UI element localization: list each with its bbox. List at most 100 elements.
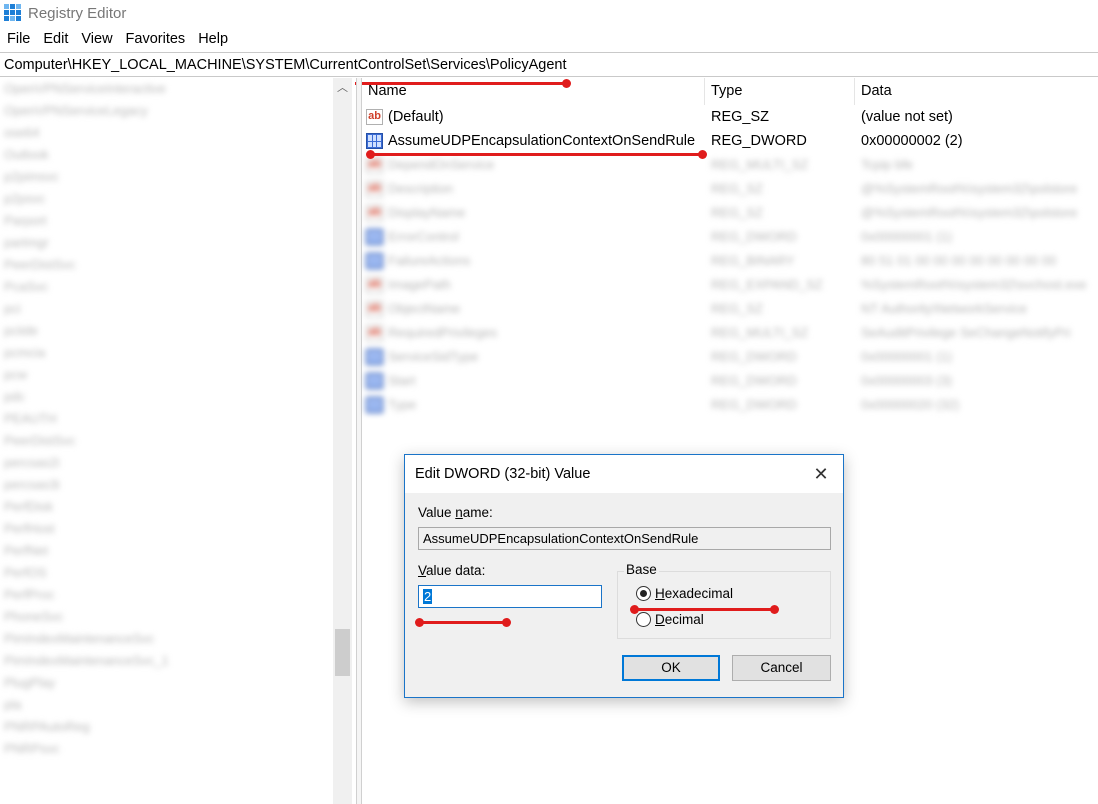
tree-item[interactable]: Parport	[0, 210, 355, 232]
cancel-button[interactable]: Cancel	[732, 655, 831, 681]
row-data: 0x00000020 (32)	[861, 397, 960, 412]
list-header: Name Type Data	[362, 78, 1098, 105]
tree-item[interactable]: PcaSvc	[0, 276, 355, 298]
tree-item[interactable]: pla	[0, 694, 355, 716]
radio-unselected-icon[interactable]	[636, 612, 651, 627]
tree-item[interactable]: percsas3i	[0, 474, 355, 496]
value-data-input[interactable]: 2	[418, 585, 602, 608]
row-name: Type	[388, 397, 417, 412]
tree-item[interactable]: p2psvc	[0, 188, 355, 210]
annotation-underline-hexadecimal	[630, 605, 779, 614]
tree-item[interactable]: pcmcia	[0, 342, 355, 364]
table-row[interactable]: Start REG_DWORD 0x00000003 (3)	[362, 369, 1098, 393]
table-row[interactable]: AssumeUDPEncapsulationContextOnSendRule R…	[362, 129, 1098, 153]
dword-value-icon	[366, 133, 383, 149]
tree-item[interactable]: pci	[0, 298, 355, 320]
tree-item[interactable]: PeerDistSvc	[0, 254, 355, 276]
tree-item[interactable]: OpenVPNServiceInteractive	[0, 78, 355, 100]
column-header-data[interactable]: Data	[855, 78, 1098, 105]
dialog-title-bar: Edit DWORD (32-bit) Value	[405, 455, 843, 493]
tree-item[interactable]: PerfOS	[0, 562, 355, 584]
tree-item[interactable]: PimIndexMaintenanceSvc	[0, 628, 355, 650]
menu-help[interactable]: Help	[192, 27, 234, 51]
scrollbar-thumb[interactable]	[335, 629, 350, 676]
hexadecimal-radio[interactable]: Hexadecimal	[636, 586, 733, 601]
tree-item[interactable]: PerfProc	[0, 584, 355, 606]
row-name: Start	[388, 373, 416, 388]
tree-item[interactable]: OpenVPNServiceLegacy	[0, 100, 355, 122]
tree-item[interactable]: pciide	[0, 320, 355, 342]
table-row[interactable]: ServiceSidType REG_DWORD 0x00000001 (1)	[362, 345, 1098, 369]
tree-item[interactable]: PerfDisk	[0, 496, 355, 518]
dword-value-icon	[366, 253, 383, 269]
base-label: Base	[624, 562, 659, 577]
string-value-icon: ab	[366, 301, 383, 317]
row-name: DisplayName	[388, 205, 466, 220]
menu-file[interactable]: File	[1, 27, 36, 51]
row-data: 0x00000002 (2)	[861, 133, 963, 149]
tree-item[interactable]: PNRPAutoReg	[0, 716, 355, 738]
scroll-up-arrow-icon[interactable]: ︿	[333, 80, 352, 96]
tree-item[interactable]: pdc	[0, 386, 355, 408]
row-type: REG_SZ	[711, 301, 764, 316]
table-row[interactable]: ab (Default) REG_SZ (value not set)	[362, 105, 1098, 129]
address-bar[interactable]: Computer\HKEY_LOCAL_MACHINE\SYSTEM\Curre…	[0, 52, 1098, 77]
string-value-icon: ab	[366, 325, 383, 341]
tree-item[interactable]: percsas2i	[0, 452, 355, 474]
close-icon[interactable]: ✕	[807, 461, 835, 487]
table-row[interactable]: FailureActions REG_BINARY 80 51 01 00 00 0…	[362, 249, 1098, 273]
value-name-label: Value name:	[418, 505, 493, 520]
string-value-icon: ab	[366, 109, 383, 125]
tree-item[interactable]: Outlook	[0, 144, 355, 166]
tree-item[interactable]: partmgr	[0, 232, 355, 254]
row-type: REG_MULTI_SZ	[711, 157, 809, 172]
menu-edit[interactable]: Edit	[37, 27, 74, 51]
key-tree-pane[interactable]: OpenVPNServiceInteractive OpenVPNServiceL…	[0, 78, 355, 804]
tree-item[interactable]: PlugPlay	[0, 672, 355, 694]
table-row[interactable]: ab DisplayName REG_SZ @%SystemRoot%\system3…	[362, 201, 1098, 225]
table-row[interactable]: ab DependOnService REG_MULTI_SZ Tcpip bfe	[362, 153, 1098, 177]
row-type: REG_EXPAND_SZ	[711, 277, 823, 292]
hexadecimal-label: Hexadecimal	[655, 586, 734, 601]
value-data-text: 2	[423, 589, 433, 604]
dword-value-icon	[366, 349, 383, 365]
ok-button[interactable]: OK	[622, 655, 720, 681]
tree-scrollbar[interactable]: ︿	[333, 78, 352, 804]
row-name: (Default)	[388, 109, 444, 125]
tree-item[interactable]: PerfNet	[0, 540, 355, 562]
row-data: NT Authority\NetworkService	[861, 301, 1027, 316]
row-data: 80 51 01 00 00 00 00 00 00 00 00	[861, 253, 1057, 268]
table-row[interactable]: Type REG_DWORD 0x00000020 (32)	[362, 393, 1098, 417]
tree-item[interactable]: PerfHost	[0, 518, 355, 540]
row-type: REG_SZ	[711, 205, 764, 220]
row-data: (value not set)	[861, 109, 953, 125]
radio-selected-icon[interactable]	[636, 586, 651, 601]
table-row[interactable]: ab Description REG_SZ @%SystemRoot%\system3…	[362, 177, 1098, 201]
row-data: %SystemRoot%\system32\svchost.exe	[861, 277, 1087, 292]
tree-item[interactable]: ose64	[0, 122, 355, 144]
annotation-underline-value	[366, 150, 707, 159]
row-name: DependOnService	[388, 157, 495, 172]
menu-view[interactable]: View	[75, 27, 118, 51]
tree-item[interactable]: PEAUTH	[0, 408, 355, 430]
tree-item[interactable]: PeerDistSvc	[0, 430, 355, 452]
column-header-name[interactable]: Name	[362, 78, 705, 105]
table-row[interactable]: ErrorControl REG_DWORD 0x00000001 (1)	[362, 225, 1098, 249]
value-name-field[interactable]: AssumeUDPEncapsulationContextOnSendRule	[418, 527, 831, 550]
tree-item[interactable]: PhoneSvc	[0, 606, 355, 628]
tree-item[interactable]: pcw	[0, 364, 355, 386]
row-type: REG_DWORD	[711, 229, 797, 244]
decimal-label: Decimal	[655, 612, 704, 627]
table-row[interactable]: ab ObjectName REG_SZ NT Authority\NetworkSe…	[362, 297, 1098, 321]
table-row[interactable]: ab ImagePath REG_EXPAND_SZ %SystemRoot%\sys…	[362, 273, 1098, 297]
row-data: 0x00000001 (1)	[861, 229, 953, 244]
tree-item[interactable]: p2pimsvc	[0, 166, 355, 188]
tree-item[interactable]: PimIndexMaintenanceSvc_1	[0, 650, 355, 672]
row-type: REG_DWORD	[711, 373, 797, 388]
tree-item[interactable]: PNRPsvc	[0, 738, 355, 760]
row-type: REG_BINARY	[711, 253, 795, 268]
menu-favorites[interactable]: Favorites	[120, 27, 192, 51]
decimal-radio[interactable]: Decimal	[636, 612, 704, 627]
column-header-type[interactable]: Type	[705, 78, 855, 105]
table-row[interactable]: ab RequiredPrivileges REG_MULTI_SZ SeAuditP…	[362, 321, 1098, 345]
